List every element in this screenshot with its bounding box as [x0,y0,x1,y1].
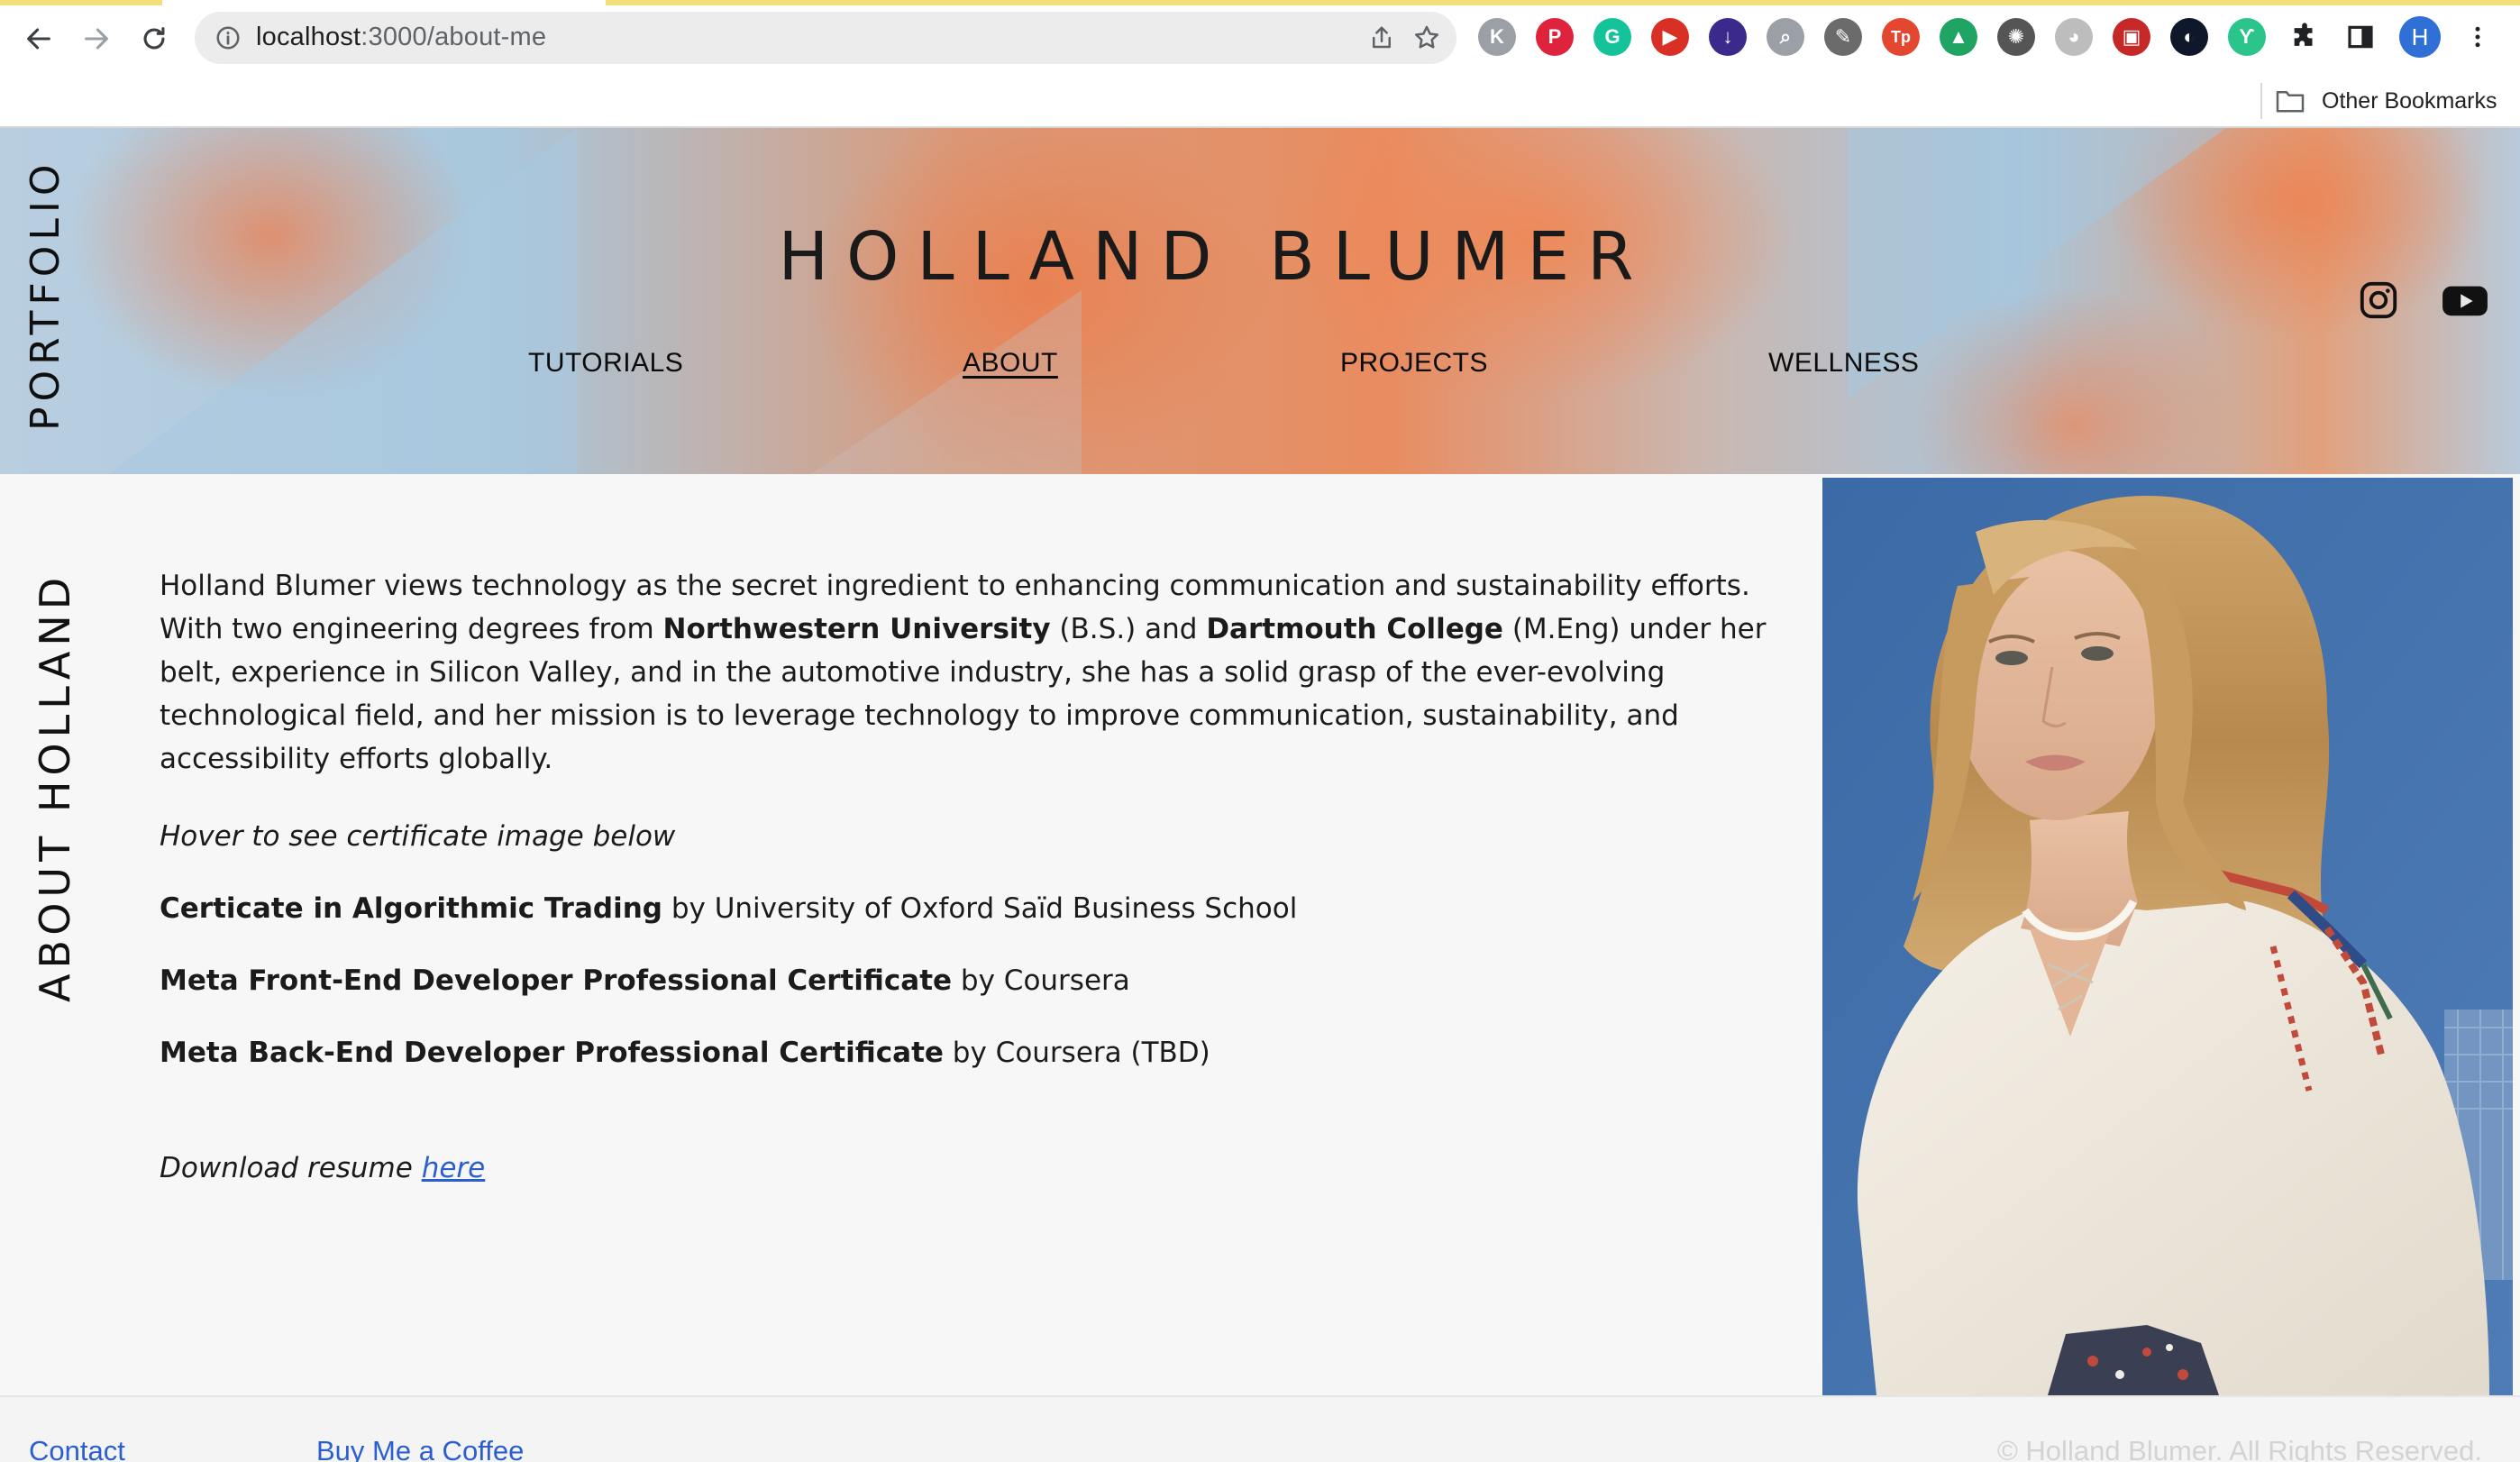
youtube-ext-icon[interactable]: ▶ [1651,18,1689,56]
nav-tutorials[interactable]: TUTORIALS [528,348,683,379]
loading-bar [0,0,162,5]
tp-ext-icon[interactable]: Tp [1882,18,1920,56]
certificate-item[interactable]: Meta Front-End Developer Professional Ce… [160,959,1130,1002]
resume-line: Download resume here [160,1147,485,1190]
bird-ext-icon[interactable]: ✎ [1824,18,1862,56]
bio-text: (B.S.) and [1050,613,1207,645]
extensions-button[interactable] [2282,14,2327,59]
footer-contact-link[interactable]: Contact [29,1435,125,1462]
nav-wellness[interactable]: WELLNESS [1768,348,1919,379]
youtube-icon[interactable] [2441,279,2489,321]
browser-chrome: localhost:3000/about-me K P G ▶ ↓ ⌕ ✎ Tp ▲ ✺ ◕ ▣ ◐ ϒ … [0,0,2520,128]
forward-button[interactable] [74,16,119,61]
bookmark-star-button[interactable] [1411,23,1442,53]
certificate-issuer: by Coursera [952,964,1130,997]
footer-copyright: © Holland Blumer. All Rights Reserved. [1996,1435,2482,1462]
bio-paragraph: Holland Blumer views technology as the s… [160,564,1782,781]
header-decoration [108,128,577,474]
back-button[interactable] [16,16,61,61]
bookmarks-separator [2260,83,2262,119]
certificate-item[interactable]: Certicate in Algorithmic Trading by Univ… [160,887,1297,930]
about-side-label: ABOUT HOLLAND [31,571,79,1002]
reload-button[interactable] [132,16,177,61]
certificate-issuer: by Coursera (TBD) [943,1037,1210,1069]
resume-download-link[interactable]: here [422,1152,486,1184]
about-content: Holland Blumer views technology as the s… [160,564,1782,1184]
arrow-left-icon [27,28,50,50]
bookmarks-bar: Other Bookmarks [0,76,2520,126]
site-title: HOLLAND BLUMER [778,218,1652,296]
share-icon [1373,26,1391,49]
url-text[interactable]: localhost:3000/about-me [256,23,546,52]
bio-school-northwestern: Northwestern University [662,613,1051,645]
star-icon [1415,25,1438,49]
bio-school-dartmouth: Dartmouth College [1206,613,1503,645]
puzzle-icon [2294,23,2313,46]
kebab-menu-icon [2475,26,2480,48]
certificate-title: Meta Front-End Developer Professional Ce… [160,964,953,997]
red-ext-icon[interactable]: ▣ [2113,18,2150,56]
site-footer: Contact Buy Me a Coffee © Holland Blumer… [0,1395,2520,1462]
certificate-title: Meta Back-End Developer Professional Cer… [160,1037,944,1069]
panda-ext-icon[interactable]: ◕ [2055,18,2093,56]
reload-icon [143,27,165,50]
instagram-icon[interactable] [2358,279,2399,321]
leaf-ext-icon[interactable]: ϒ [2228,18,2266,56]
nav-projects[interactable]: PROJECTS [1340,348,1488,379]
profile-avatar[interactable]: H [2399,16,2441,58]
certificate-item[interactable]: Meta Back-End Developer Professional Cer… [160,1031,1210,1074]
url-path: :3000/about-me [361,23,547,51]
grammarly-icon[interactable]: G [1593,18,1631,56]
site-header-banner [0,128,2520,474]
openai-icon[interactable]: ✺ [1997,18,2035,56]
side-panel-icon [2348,25,2373,49]
address-bar[interactable]: localhost:3000/about-me [195,12,1456,64]
portrait-illustration [1822,478,2513,1395]
other-bookmarks-label: Other Bookmarks [2322,87,2497,114]
other-bookmarks-folder[interactable]: Other Bookmarks [2275,81,2497,121]
search-ext-icon[interactable]: ⌕ [1767,18,1804,56]
url-host: localhost [256,23,361,51]
share-button[interactable] [1366,23,1397,53]
folder-icon [2276,90,2305,113]
nav-about[interactable]: ABOUT [963,348,1058,379]
side-panel-button[interactable] [2338,14,2383,59]
loading-bar [606,0,2520,5]
main-navigation: TUTORIALS ABOUT PROJECTS WELLNESS [0,348,2520,384]
kee-extension-icon[interactable]: K [1478,18,1516,56]
browser-menu-button[interactable] [2455,14,2500,59]
download-icon[interactable]: ↓ [1709,18,1747,56]
portrait-photo [1822,478,2513,1395]
dark-circle-icon[interactable]: ◐ [2170,18,2208,56]
info-icon[interactable] [215,24,242,51]
footer-buy-coffee-link[interactable]: Buy Me a Coffee [316,1435,524,1462]
google-drive-icon[interactable]: ▲ [1940,18,1977,56]
resume-prefix: Download resume [160,1152,422,1184]
certificate-issuer: by University of Oxford Saïd Business Sc… [662,892,1298,925]
arrow-right-icon [85,28,108,50]
hover-hint: Hover to see certificate image below [160,820,676,853]
pinterest-icon[interactable]: P [1536,18,1574,56]
certificate-title: Certicate in Algorithmic Trading [160,892,662,925]
